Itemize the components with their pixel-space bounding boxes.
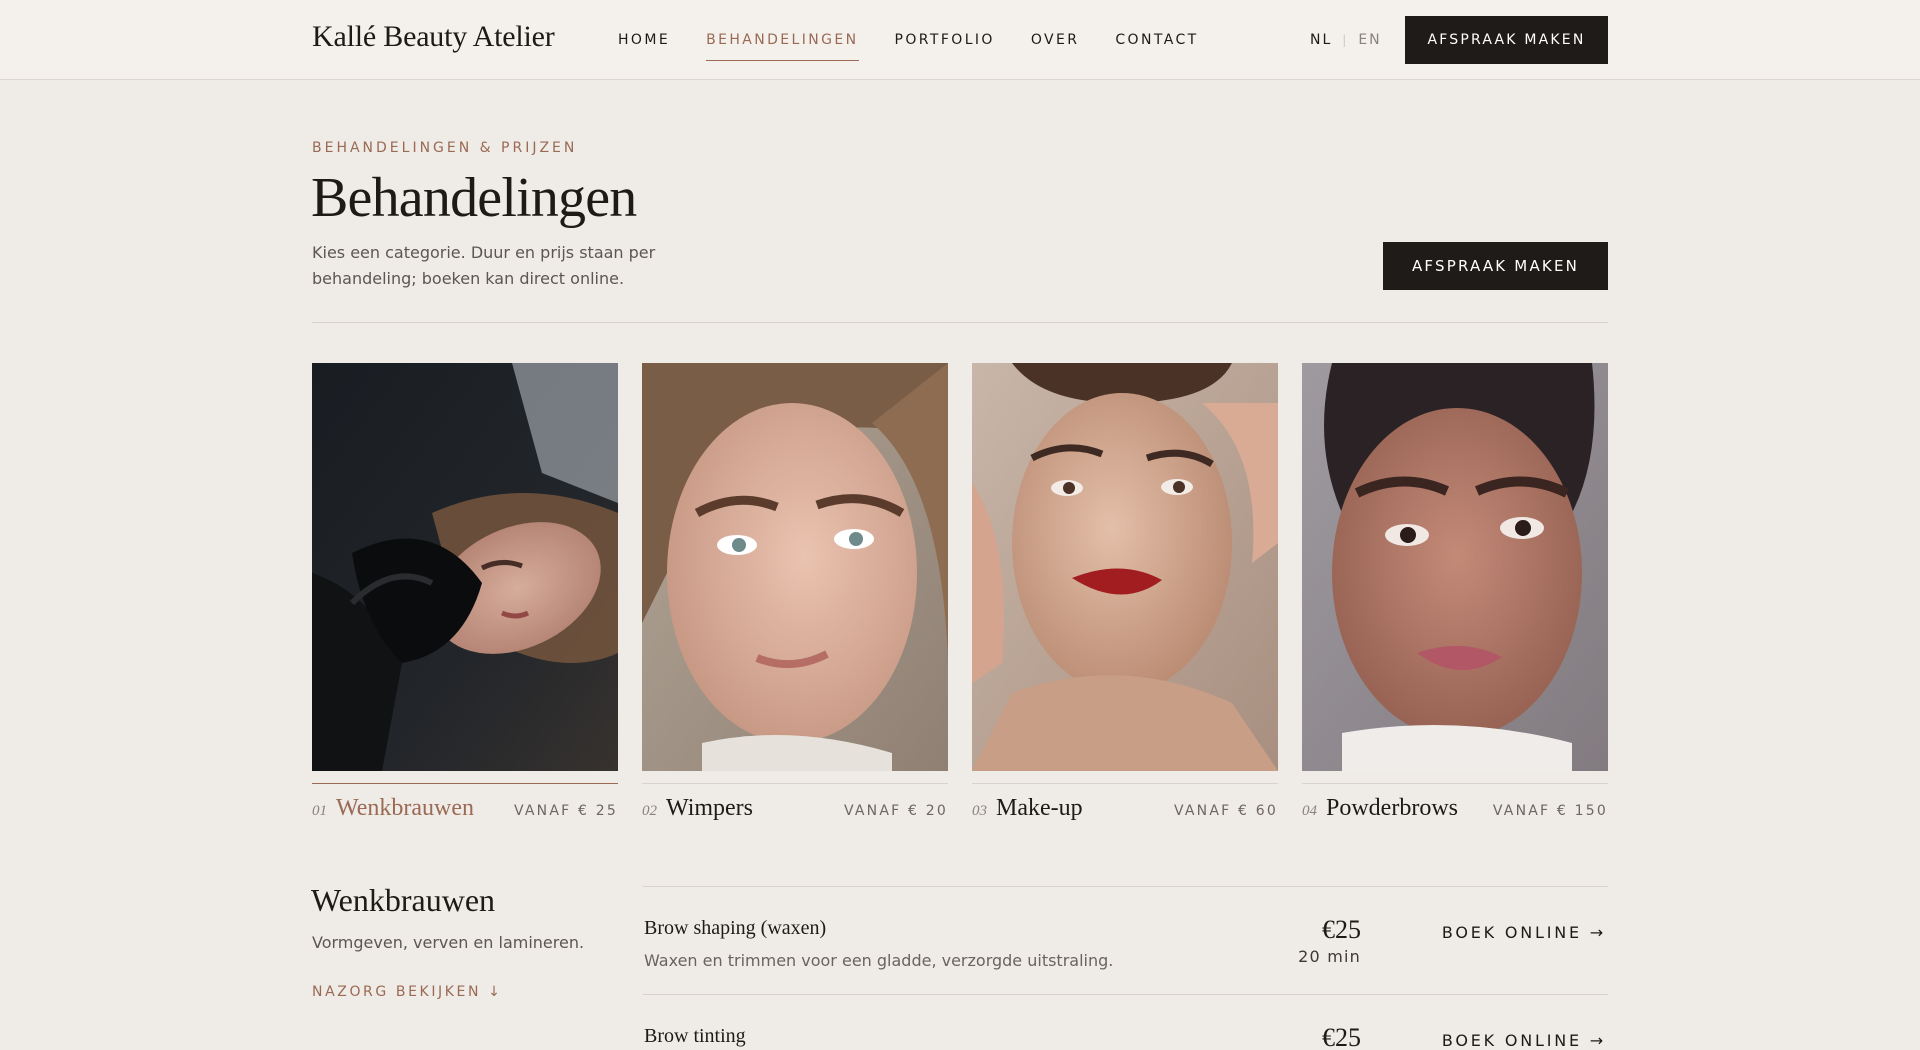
treatment-list: Brow shaping (waxen) Waxen en trimmen vo… — [643, 886, 1608, 1050]
treatment-row: Brow tinting €25 BOEK ONLINE → — [643, 994, 1608, 1050]
site-logo[interactable]: Kallé Beauty Atelier — [312, 20, 555, 54]
card-number: 01 — [312, 803, 327, 819]
category-card-wimpers[interactable]: 02 Wimpers VANAF € 20 — [642, 363, 948, 821]
card-price: VANAF € 150 — [1492, 803, 1608, 819]
nav-over[interactable]: OVER — [1031, 0, 1080, 80]
category-card-wenkbrauwen[interactable]: 01 Wenkbrauwen VANAF € 25 — [312, 363, 618, 821]
intro-appointment-button[interactable]: AFSPRAAK MAKEN — [1383, 242, 1608, 290]
card-underline — [1302, 783, 1608, 784]
card-underline — [642, 783, 948, 784]
card-price: VANAF € 20 — [844, 803, 948, 819]
category-photo-make-up — [972, 363, 1278, 771]
site-header: Kallé Beauty Atelier HOME BEHANDELINGEN … — [0, 0, 1920, 80]
card-underline — [972, 783, 1278, 784]
category-photo-wimpers — [642, 363, 948, 771]
treatment-price: €25 — [1322, 915, 1361, 944]
card-price: VANAF € 25 — [514, 803, 618, 819]
treatment-row: Brow shaping (waxen) Waxen en trimmen vo… — [643, 886, 1608, 994]
card-title: Wenkbrauwen — [336, 795, 475, 821]
language-switch: NL | EN — [1310, 0, 1382, 80]
card-number: 04 — [1302, 803, 1317, 819]
book-online-link[interactable]: BOEK ONLINE → — [1442, 1031, 1606, 1050]
card-title: Powderbrows — [1326, 795, 1458, 821]
card-underline — [312, 783, 618, 784]
card-number: 02 — [642, 803, 657, 819]
treatment-name: Brow tinting — [644, 1025, 746, 1047]
category-detail-subtitle: Vormgeven, verven en lamineren. — [312, 933, 585, 952]
category-photo-powderbrows — [1302, 363, 1608, 771]
category-photo-wenkbrauwen — [312, 363, 618, 771]
card-price: VANAF € 60 — [1174, 803, 1278, 819]
lang-separator: | — [1342, 33, 1349, 47]
card-meta: 04 Powderbrows VANAF € 150 — [1302, 795, 1608, 825]
card-title: Wimpers — [666, 795, 754, 821]
card-meta: 01 Wenkbrauwen VANAF € 25 — [312, 795, 618, 825]
nav-portfolio[interactable]: PORTFOLIO — [895, 0, 995, 80]
treatment-description: Waxen en trimmen voor een gladde, verzor… — [644, 951, 1114, 970]
category-detail-title: Wenkbrauwen — [311, 882, 496, 918]
nav-behandelingen[interactable]: BEHANDELINGEN — [706, 0, 859, 80]
treatment-price: €25 — [1322, 1023, 1361, 1050]
aftercare-link[interactable]: NAZORG BEKIJKEN ↓ — [312, 984, 502, 1000]
nav-contact[interactable]: CONTACT — [1115, 0, 1198, 80]
category-card-powderbrows[interactable]: 04 Powderbrows VANAF € 150 — [1302, 363, 1608, 821]
lang-nl[interactable]: NL — [1310, 32, 1332, 48]
treatment-name: Brow shaping (waxen) — [644, 917, 827, 939]
section-eyebrow: BEHANDELINGEN & PRIJZEN — [312, 140, 578, 156]
intro-text: Kies een categorie. Duur en prijs staan … — [312, 243, 656, 288]
header-appointment-button[interactable]: AFSPRAAK MAKEN — [1405, 16, 1608, 64]
section-divider — [312, 322, 1608, 323]
card-number: 03 — [972, 803, 987, 819]
category-cards: 01 Wenkbrauwen VANAF € 25 02 Wimpers VAN… — [312, 363, 1608, 833]
card-meta: 02 Wimpers VANAF € 20 — [642, 795, 948, 825]
category-card-make-up[interactable]: 03 Make-up VANAF € 60 — [972, 363, 1278, 821]
book-online-link[interactable]: BOEK ONLINE → — [1442, 923, 1606, 942]
lang-en[interactable]: EN — [1358, 32, 1381, 48]
treatment-duration: 20 min — [1298, 947, 1361, 966]
card-meta: 03 Make-up VANAF € 60 — [972, 795, 1278, 825]
card-title: Make-up — [996, 795, 1083, 821]
main-nav: HOME BEHANDELINGEN PORTFOLIO OVER CONTAC… — [618, 0, 1235, 80]
nav-home[interactable]: HOME — [618, 0, 670, 80]
page-title: Behandelingen — [311, 167, 637, 229]
